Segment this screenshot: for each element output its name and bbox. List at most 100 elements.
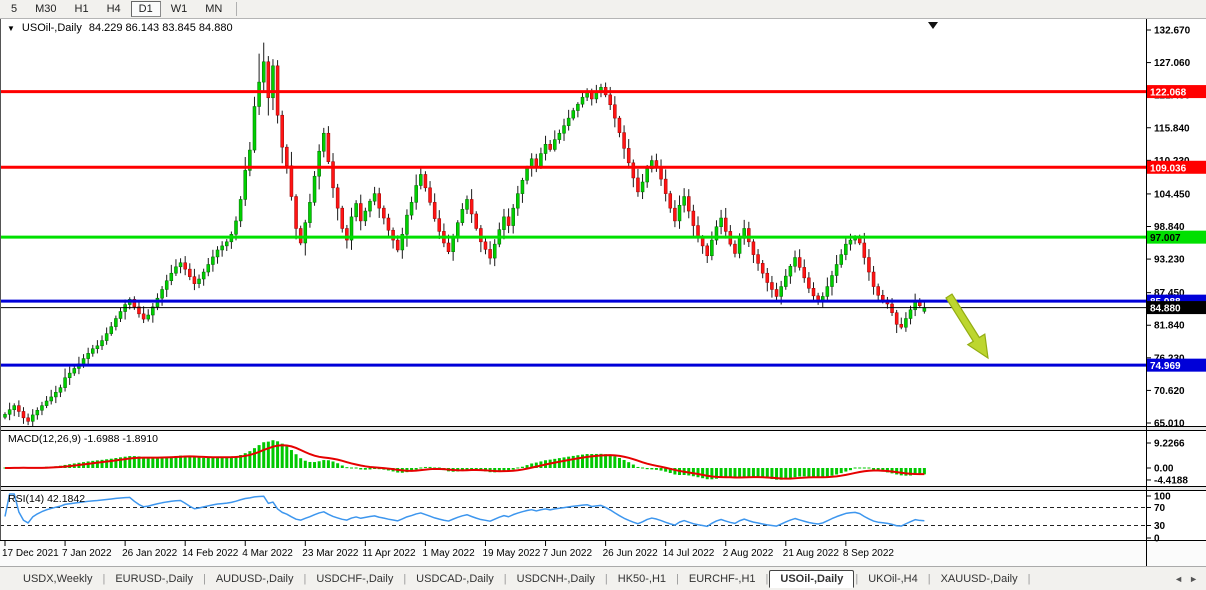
tab-usdx-weekly[interactable]: USDX,Weekly bbox=[14, 570, 101, 588]
period-button-5[interactable]: 5 bbox=[3, 1, 25, 17]
candle-body bbox=[452, 237, 455, 252]
tab-separator: | bbox=[928, 573, 931, 585]
candle-body bbox=[147, 315, 150, 319]
macd-histogram-bar bbox=[368, 468, 371, 469]
candle-body bbox=[368, 201, 371, 211]
date-axis-label: 26 Jun 2022 bbox=[603, 548, 658, 559]
macd-histogram-bar bbox=[844, 468, 847, 472]
candle-body bbox=[304, 223, 307, 243]
candle-body bbox=[165, 281, 168, 290]
tab-separator: | bbox=[403, 573, 406, 585]
macd-histogram-bar bbox=[632, 465, 635, 468]
candle-body bbox=[318, 151, 321, 176]
macd-histogram-bar bbox=[872, 468, 875, 470]
candle-body bbox=[807, 278, 810, 288]
macd-histogram-bar bbox=[747, 468, 750, 477]
tab-scroll-right-icon[interactable]: ► bbox=[1189, 574, 1198, 584]
date-axis-label: 7 Jun 2022 bbox=[543, 548, 593, 559]
candle-body bbox=[202, 272, 205, 279]
candle-body bbox=[780, 287, 783, 297]
price-axis-label: 65.010 bbox=[1154, 419, 1185, 430]
macd-histogram-bar bbox=[854, 468, 857, 469]
macd-histogram-bar bbox=[225, 457, 228, 468]
candle-body bbox=[632, 163, 635, 178]
candle-body bbox=[849, 240, 852, 244]
macd-histogram-bar bbox=[355, 468, 358, 469]
period-button-h1[interactable]: H1 bbox=[67, 1, 97, 17]
candle-body bbox=[211, 257, 214, 265]
macd-histogram-bar bbox=[604, 454, 607, 468]
candle-body bbox=[623, 133, 626, 149]
tab-usdchf-daily[interactable]: USDCHF-,Daily bbox=[307, 570, 402, 588]
period-button-m30[interactable]: M30 bbox=[27, 1, 64, 17]
candle-body bbox=[64, 378, 67, 388]
candle-body bbox=[923, 308, 926, 312]
macd-histogram-bar bbox=[415, 468, 418, 470]
candle-body bbox=[900, 324, 903, 327]
tab-scroll-left-icon[interactable]: ◄ bbox=[1174, 574, 1183, 584]
candle-body bbox=[720, 218, 723, 227]
candle-body bbox=[244, 170, 247, 199]
candle-body bbox=[87, 353, 90, 358]
tab-eurusd-daily[interactable]: EURUSD-,Daily bbox=[106, 570, 202, 588]
candle-body bbox=[784, 276, 787, 286]
tab-usdcnh-daily[interactable]: USDCNH-,Daily bbox=[508, 570, 604, 588]
tab-hk50-h1[interactable]: HK50-,H1 bbox=[609, 570, 675, 588]
tab-xauusd-daily[interactable]: XAUUSD-,Daily bbox=[932, 570, 1027, 588]
candle-body bbox=[470, 199, 473, 214]
tab-eurchf-h1[interactable]: EURCHF-,H1 bbox=[680, 570, 765, 588]
tab-audusd-daily[interactable]: AUDUSD-,Daily bbox=[207, 570, 303, 588]
macd-histogram-bar bbox=[724, 468, 727, 478]
candle-body bbox=[581, 97, 584, 104]
macd-histogram-bar bbox=[142, 457, 145, 468]
candle-body bbox=[235, 221, 238, 234]
price-axis-label: 81.840 bbox=[1154, 321, 1185, 332]
candle-body bbox=[322, 133, 325, 151]
macd-histogram-bar bbox=[429, 467, 432, 468]
candle-body bbox=[184, 263, 187, 269]
macd-histogram-bar bbox=[161, 457, 164, 468]
macd-histogram-bar bbox=[609, 455, 612, 468]
macd-histogram-bar bbox=[701, 468, 704, 478]
tab-usdcad-daily[interactable]: USDCAD-,Daily bbox=[407, 570, 503, 588]
macd-histogram-bar bbox=[757, 468, 760, 477]
period-button-mn[interactable]: MN bbox=[197, 1, 230, 17]
date-axis-label: 23 Mar 2022 bbox=[302, 548, 359, 559]
candle-body bbox=[697, 226, 700, 238]
price-axis-label: 70.620 bbox=[1154, 386, 1185, 397]
candle-body bbox=[198, 279, 201, 284]
candle-body bbox=[877, 287, 880, 296]
period-button-h4[interactable]: H4 bbox=[99, 1, 129, 17]
macd-histogram-bar bbox=[830, 468, 833, 476]
macd-histogram-bar bbox=[281, 444, 284, 468]
macd-histogram-bar bbox=[327, 460, 330, 468]
candle-body bbox=[415, 185, 418, 202]
candle-body bbox=[733, 244, 736, 253]
candle-body bbox=[502, 217, 505, 230]
candle-body bbox=[747, 228, 750, 241]
macd-histogram-bar bbox=[308, 462, 311, 468]
macd-histogram-bar bbox=[821, 468, 824, 477]
macd-histogram-bar bbox=[96, 460, 99, 468]
macd-histogram-bar bbox=[803, 468, 806, 476]
symbol-dropdown-icon[interactable]: ▼ bbox=[7, 23, 15, 34]
candle-body bbox=[835, 264, 838, 275]
macd-histogram-bar bbox=[253, 448, 256, 468]
candle-body bbox=[170, 273, 173, 281]
date-axis-label: 14 Feb 2022 bbox=[182, 548, 239, 559]
period-button-w1[interactable]: W1 bbox=[163, 1, 196, 17]
candle-body bbox=[281, 115, 284, 147]
candle-body bbox=[110, 327, 113, 334]
candle-body bbox=[544, 144, 547, 153]
price-axis-label: 132.670 bbox=[1154, 26, 1191, 37]
period-button-d1[interactable]: D1 bbox=[131, 1, 161, 17]
macd-histogram-bar bbox=[563, 457, 566, 468]
chart-canvas[interactable]: 132.670127.060121.450115.840110.230104.4… bbox=[0, 0, 1206, 590]
candle-body bbox=[4, 414, 7, 417]
tab-ukoil-h4[interactable]: UKOil-,H4 bbox=[859, 570, 927, 588]
tab-usoil-daily[interactable]: USOil-,Daily bbox=[769, 570, 854, 588]
date-axis-label: 19 May 2022 bbox=[482, 548, 540, 559]
candle-body bbox=[521, 180, 524, 193]
timeframe-toolbar: 5M30H1H4D1W1MN bbox=[0, 0, 1206, 19]
hline-price-badge-text: 122.068 bbox=[1150, 88, 1187, 99]
